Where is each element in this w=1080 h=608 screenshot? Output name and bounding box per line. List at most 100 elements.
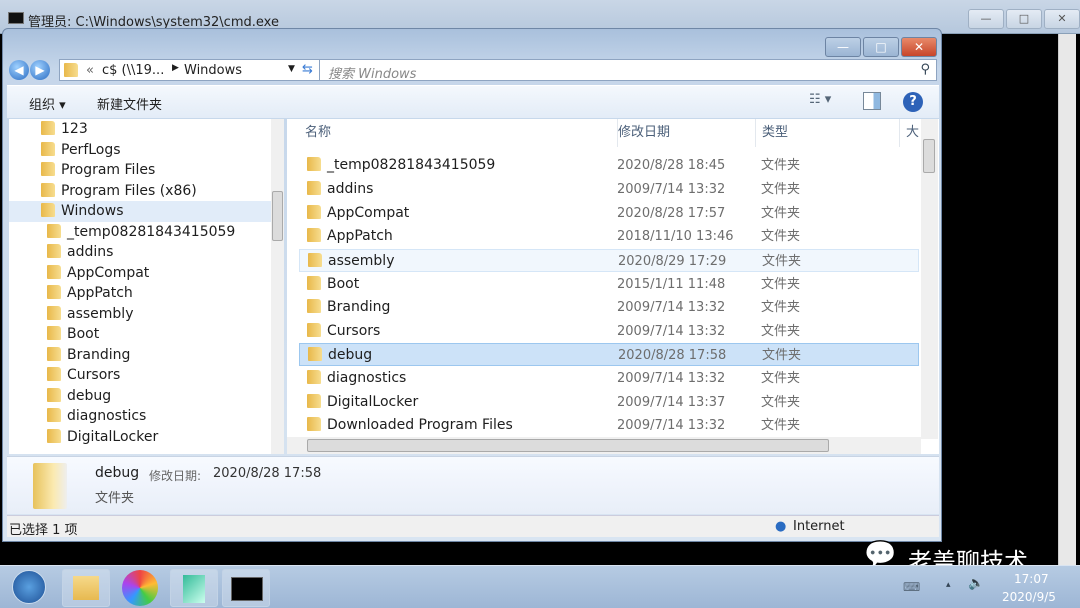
clock-time[interactable]: 17:07 bbox=[1014, 572, 1049, 586]
file-row[interactable]: AppCompat 2020/8/28 17:57 文件夹 bbox=[299, 202, 919, 225]
nav-item[interactable]: DigitalLocker bbox=[47, 427, 284, 448]
column-header-name[interactable]: 名称 bbox=[305, 119, 331, 147]
folder-icon bbox=[41, 203, 55, 217]
cmd-minimize-button[interactable]: — bbox=[968, 9, 1004, 29]
nav-label: Branding bbox=[67, 346, 131, 363]
nav-item[interactable]: _temp08281843415059 bbox=[47, 222, 284, 243]
cmd-scrollbar[interactable] bbox=[1058, 34, 1076, 565]
nav-item[interactable]: Program Files (x86) bbox=[41, 181, 284, 202]
taskbar-explorer[interactable] bbox=[62, 569, 110, 607]
column-header-size[interactable]: 大 bbox=[899, 119, 919, 147]
file-list: 名称 修改日期 类型 大 _temp08281843415059 2020/8/2… bbox=[287, 119, 939, 454]
horizontal-scroll-thumb[interactable] bbox=[307, 439, 829, 452]
nav-item[interactable]: Boot bbox=[47, 324, 284, 345]
refresh-icon[interactable]: ⇆ bbox=[302, 62, 313, 77]
taskbar-cmd[interactable] bbox=[222, 569, 270, 607]
navigation-pane: 123 PerfLogs Program Files Program Files… bbox=[9, 119, 284, 454]
file-name: Cursors bbox=[327, 323, 381, 339]
minimize-button[interactable]: — bbox=[825, 37, 861, 57]
help-icon[interactable]: ? bbox=[903, 92, 923, 112]
file-row[interactable]: Cursors 2009/7/14 13:32 文件夹 bbox=[299, 320, 919, 343]
folder-icon bbox=[47, 285, 61, 299]
folder-icon bbox=[307, 370, 321, 384]
address-bar[interactable]: « c$ (\\19... ▶ Windows ▼ ⇆ bbox=[59, 59, 323, 81]
maximize-button[interactable]: □ bbox=[863, 37, 899, 57]
search-icon[interactable]: ⚲ bbox=[920, 62, 930, 77]
file-name: addins bbox=[327, 181, 374, 197]
breadcrumb-separator-icon[interactable]: ▶ bbox=[172, 63, 179, 73]
file-name: _temp08281843415059 bbox=[327, 157, 496, 173]
taskbar-app[interactable] bbox=[170, 569, 218, 607]
breadcrumb-share[interactable]: c$ (\\19... bbox=[102, 63, 164, 78]
file-row[interactable]: addins 2009/7/14 13:32 文件夹 bbox=[299, 178, 919, 201]
nav-item[interactable]: AppCompat bbox=[47, 263, 284, 284]
file-row[interactable]: Branding 2009/7/14 13:32 文件夹 bbox=[299, 296, 919, 319]
nav-label: PerfLogs bbox=[61, 141, 121, 158]
folder-icon bbox=[307, 276, 321, 290]
folder-icon bbox=[307, 299, 321, 313]
cmd-close-button[interactable]: ✕ bbox=[1044, 9, 1080, 29]
list-horizontal-scrollbar[interactable] bbox=[287, 437, 921, 454]
keyboard-icon[interactable]: ⌨ bbox=[903, 580, 920, 594]
folder-icon bbox=[47, 305, 61, 320]
nav-item[interactable]: diagnostics bbox=[47, 406, 284, 427]
security-zone: Internet bbox=[793, 519, 845, 534]
nav-item[interactable]: addins bbox=[47, 242, 284, 263]
nav-item-windows[interactable]: Windows bbox=[9, 201, 271, 222]
list-scroll-thumb[interactable] bbox=[923, 139, 935, 173]
nav-scrollbar[interactable] bbox=[271, 119, 284, 454]
file-row[interactable]: diagnostics 2009/7/14 13:32 文件夹 bbox=[299, 367, 919, 390]
column-header-type[interactable]: 类型 bbox=[755, 119, 788, 147]
column-header-date[interactable]: 修改日期 bbox=[617, 119, 670, 147]
file-row[interactable]: AppPatch 2018/11/10 13:46 文件夹 bbox=[299, 225, 919, 248]
file-row[interactable]: _temp08281843415059 2020/8/28 18:45 文件夹 bbox=[299, 154, 919, 177]
breadcrumb-windows[interactable]: Windows bbox=[184, 63, 242, 78]
close-button[interactable]: ✕ bbox=[901, 37, 937, 57]
file-row-hovered[interactable]: assembly 2020/8/29 17:29 文件夹 bbox=[299, 249, 919, 272]
nav-item[interactable]: assembly bbox=[47, 304, 284, 325]
volume-icon[interactable]: 🔈 bbox=[968, 576, 984, 591]
folder-icon bbox=[41, 162, 55, 176]
folder-icon bbox=[308, 253, 322, 267]
clock-date[interactable]: 2020/9/5 bbox=[1002, 590, 1056, 604]
file-type: 文件夹 bbox=[761, 300, 801, 315]
address-dropdown-icon[interactable]: ▼ bbox=[288, 64, 295, 74]
address-overflow[interactable]: « bbox=[86, 63, 94, 78]
folder-icon bbox=[47, 346, 61, 361]
nav-item[interactable]: Branding bbox=[47, 345, 284, 366]
nav-label: diagnostics bbox=[67, 408, 147, 424]
explorer-icon bbox=[73, 576, 99, 600]
nav-scroll-thumb[interactable] bbox=[272, 191, 283, 241]
file-type: 文件夹 bbox=[761, 182, 801, 197]
list-vertical-scrollbar[interactable] bbox=[921, 119, 938, 439]
nav-item[interactable]: debug bbox=[47, 386, 284, 407]
folder-icon bbox=[307, 394, 321, 408]
nav-item[interactable]: 123 bbox=[41, 119, 284, 140]
preview-pane-icon[interactable] bbox=[863, 92, 881, 110]
start-button[interactable] bbox=[12, 570, 46, 604]
nav-item[interactable]: PerfLogs bbox=[41, 140, 284, 161]
nav-label: Windows bbox=[61, 203, 124, 219]
nav-item[interactable]: Program Files bbox=[41, 160, 284, 181]
show-hidden-icons[interactable]: ▴ bbox=[946, 580, 951, 590]
nav-item[interactable]: Cursors bbox=[47, 365, 284, 386]
folder-icon bbox=[307, 181, 321, 195]
new-folder-button[interactable]: 新建文件夹 bbox=[97, 94, 162, 113]
nav-label: Cursors bbox=[67, 367, 121, 383]
file-type: 文件夹 bbox=[761, 277, 801, 292]
file-row-selected[interactable]: debug 2020/8/28 17:58 文件夹 bbox=[299, 343, 919, 366]
forward-button[interactable]: ▶ bbox=[30, 60, 50, 80]
file-row[interactable]: Boot 2015/1/11 11:48 文件夹 bbox=[299, 273, 919, 296]
cmd-maximize-button[interactable]: □ bbox=[1006, 9, 1042, 29]
nav-item[interactable]: AppPatch bbox=[47, 283, 284, 304]
search-input[interactable]: 搜索 Windows ⚲ bbox=[319, 59, 937, 82]
nav-label: debug bbox=[67, 387, 112, 404]
file-row[interactable]: Downloaded Program Files 2009/7/14 13:32 文… bbox=[299, 414, 919, 437]
file-date: 2015/1/11 11:48 bbox=[617, 277, 726, 292]
view-options-icon[interactable]: ☷ ▾ bbox=[809, 92, 831, 107]
back-button[interactable]: ◀ bbox=[9, 60, 29, 80]
organize-menu[interactable]: 组织 ▾ bbox=[29, 94, 66, 113]
file-row[interactable]: DigitalLocker 2009/7/14 13:37 文件夹 bbox=[299, 391, 919, 414]
file-date: 2020/8/28 18:45 bbox=[617, 158, 726, 173]
browser-icon[interactable] bbox=[122, 570, 158, 606]
